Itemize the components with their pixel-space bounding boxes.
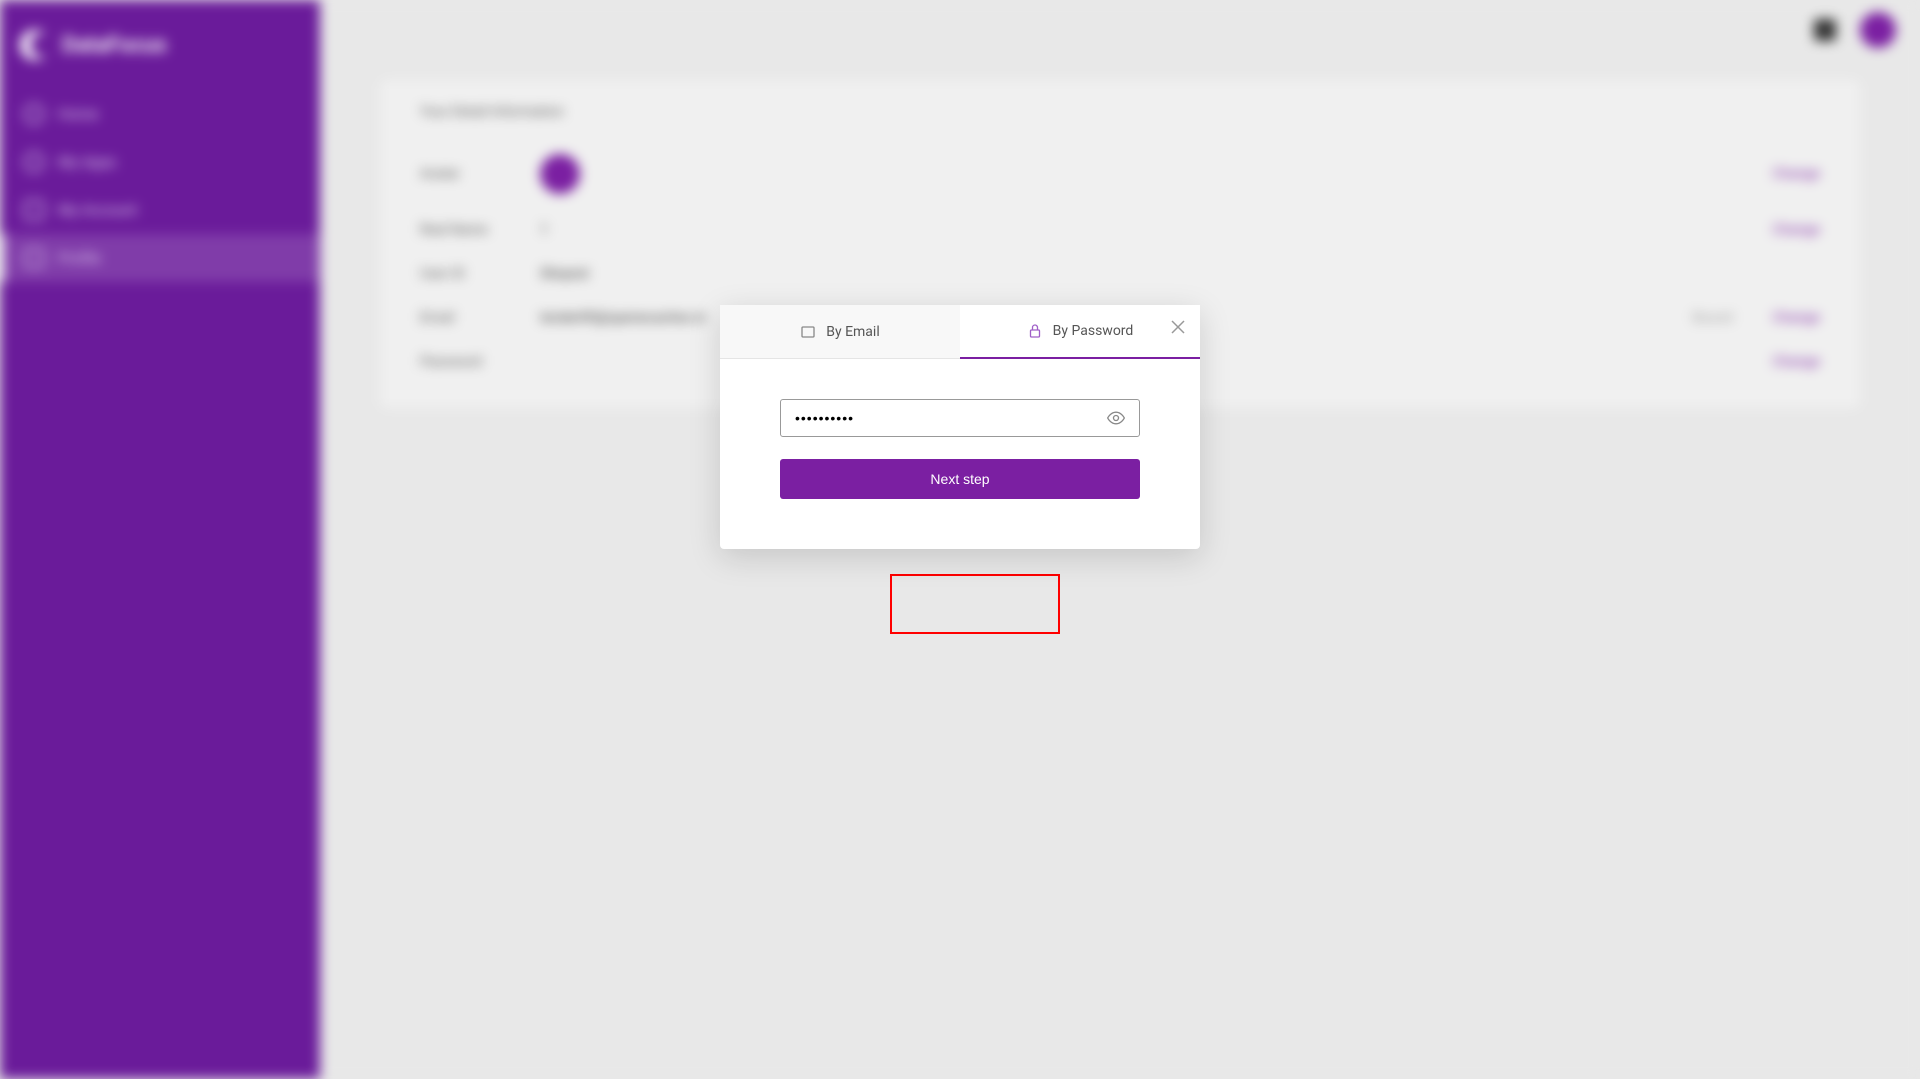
tab-by-email[interactable]: By Email [720, 305, 960, 358]
close-icon [1170, 319, 1186, 335]
modal-overlay: By Email By Password [0, 0, 1920, 1079]
modal-tabs: By Email By Password [720, 305, 1200, 359]
tab-password-label: By Password [1053, 323, 1134, 339]
close-button[interactable] [1170, 319, 1186, 335]
toggle-visibility-button[interactable] [1106, 408, 1126, 428]
lock-icon [1027, 323, 1043, 339]
verification-modal: By Email By Password [720, 305, 1200, 549]
email-icon [800, 324, 816, 340]
password-input[interactable] [780, 399, 1140, 437]
password-field-wrap [780, 399, 1140, 437]
modal-body: Next step [720, 359, 1200, 549]
tab-email-label: By Email [826, 324, 879, 340]
eye-icon [1106, 408, 1126, 428]
next-step-button[interactable]: Next step [780, 459, 1140, 499]
tab-by-password[interactable]: By Password [960, 305, 1200, 359]
